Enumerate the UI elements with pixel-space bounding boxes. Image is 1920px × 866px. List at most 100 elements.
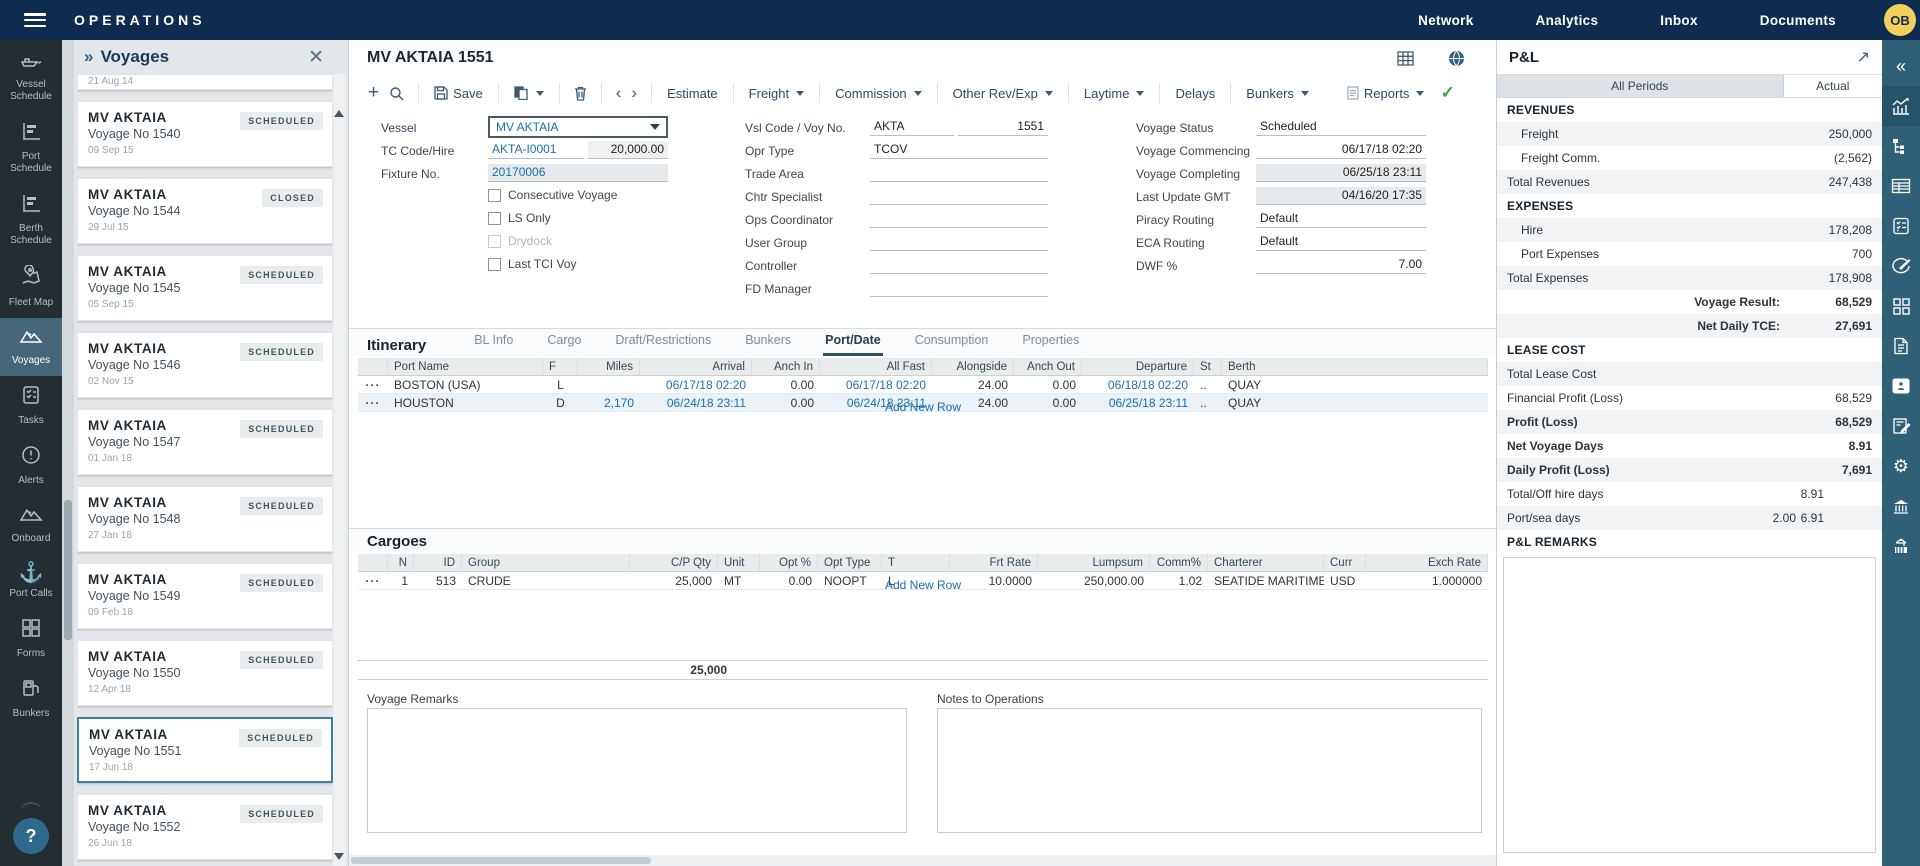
- tab-consumption[interactable]: Consumption: [913, 333, 991, 356]
- vsl-code-field[interactable]: AKTA: [870, 118, 954, 136]
- collapse-chevrons-icon[interactable]: «: [1882, 46, 1920, 86]
- piracy-routing-field[interactable]: Default: [1256, 210, 1426, 228]
- fixture-no-field[interactable]: 20170006: [488, 164, 668, 182]
- rail-onboard[interactable]: Onboard: [0, 496, 62, 554]
- voyage-card-partial[interactable]: 21 Aug 14: [77, 74, 333, 90]
- rail-berth-schedule[interactable]: Berth Schedule: [0, 184, 62, 256]
- estimate-button[interactable]: Estimate: [661, 86, 724, 101]
- voyage-card-1548[interactable]: MV AKTAIA Voyage No 1548 27 Jan 18 SCHED…: [77, 486, 333, 552]
- fd-manager-field[interactable]: [870, 279, 1048, 297]
- grid-icon[interactable]: [1392, 51, 1419, 66]
- expand-icon[interactable]: ↗: [1857, 47, 1870, 67]
- tab-bl-info[interactable]: BL Info: [472, 333, 515, 356]
- tc-code-field[interactable]: AKTA-I0001: [488, 141, 584, 159]
- ops-coordinator-field[interactable]: [870, 210, 1048, 228]
- scroll-up-icon[interactable]: [334, 110, 344, 117]
- voyage-card-1545[interactable]: MV AKTAIA Voyage No 1545 05 Sep 15 SCHED…: [77, 255, 333, 321]
- copy-icon[interactable]: [508, 86, 550, 100]
- tab-port-date[interactable]: Port/Date: [823, 333, 883, 356]
- hierarchy-icon[interactable]: [1882, 126, 1920, 166]
- voyage-card-1551-selected[interactable]: MV AKTAIA Voyage No 1551 17 Jun 18 SCHED…: [77, 717, 333, 783]
- reports-button[interactable]: Reports: [1341, 86, 1431, 101]
- consecutive-voyage-checkbox[interactable]: Consecutive Voyage: [488, 188, 617, 202]
- search-icon[interactable]: [384, 86, 409, 101]
- table-icon[interactable]: [1882, 166, 1920, 206]
- compose-icon[interactable]: [1882, 246, 1920, 286]
- voyage-card-1549[interactable]: MV AKTAIA Voyage No 1549 09 Feb 18 SCHED…: [77, 563, 333, 629]
- rail-port-schedule[interactable]: Port Schedule: [0, 112, 62, 184]
- splitter-handle[interactable]: [64, 500, 72, 640]
- ls-only-checkbox[interactable]: LS Only: [488, 211, 551, 225]
- next-icon[interactable]: ›: [626, 83, 642, 103]
- forms-icon[interactable]: [1882, 286, 1920, 326]
- eca-routing-field[interactable]: Default: [1256, 233, 1426, 251]
- cargoes-add-new-row[interactable]: Add New Row: [358, 578, 1488, 592]
- last-tci-voy-checkbox[interactable]: Last TCI Voy: [488, 257, 576, 271]
- help-button[interactable]: ?: [13, 818, 49, 854]
- bank-icon[interactable]: [1882, 486, 1920, 526]
- voyage-card-1547[interactable]: MV AKTAIA Voyage No 1547 01 Jan 18 SCHED…: [77, 409, 333, 475]
- voy-no-field[interactable]: 1551: [958, 118, 1048, 136]
- scrollbar-thumb[interactable]: [351, 857, 651, 864]
- chtr-specialist-field[interactable]: [870, 187, 1048, 205]
- hamburger-menu-icon[interactable]: [24, 13, 46, 27]
- tc-hire-field[interactable]: 20,000.00: [588, 141, 668, 159]
- freight-button[interactable]: Freight: [743, 86, 810, 101]
- voyage-commencing-field[interactable]: 06/17/18 02:20: [1256, 141, 1426, 159]
- expand-chevrons-icon[interactable]: »: [84, 47, 93, 67]
- tab-cargo[interactable]: Cargo: [545, 333, 583, 356]
- rail-voyages[interactable]: Voyages: [0, 318, 62, 376]
- rail-vessel-schedule[interactable]: Vessel Schedule: [0, 40, 62, 112]
- notes-to-operations-textarea[interactable]: [937, 708, 1482, 833]
- edit-note-icon[interactable]: [1882, 406, 1920, 446]
- scroll-down-icon[interactable]: [334, 853, 344, 860]
- horizontal-scrollbar[interactable]: [349, 855, 1496, 866]
- voyage-card-1552[interactable]: MV AKTAIA Voyage No 1552 26 Jun 18 SCHED…: [77, 794, 333, 860]
- bunkers-button[interactable]: Bunkers: [1240, 86, 1315, 101]
- voyages-scrollbar[interactable]: [333, 74, 346, 866]
- nav-network[interactable]: Network: [1418, 13, 1473, 28]
- opr-type-field[interactable]: TCOV: [870, 141, 1048, 159]
- tab-draft-restrictions[interactable]: Draft/Restrictions: [613, 333, 713, 356]
- globe-icon[interactable]: [1443, 50, 1470, 67]
- rail-alerts[interactable]: Alerts: [0, 436, 62, 496]
- itinerary-add-new-row[interactable]: Add New Row: [358, 400, 1488, 414]
- trade-area-field[interactable]: [870, 164, 1048, 182]
- dwf-field[interactable]: 7.00: [1256, 256, 1426, 274]
- voyage-card-1544[interactable]: MV AKTAIA Voyage No 1544 29 Jul 15 CLOSE…: [77, 178, 333, 244]
- document-icon[interactable]: [1882, 326, 1920, 366]
- rail-forms[interactable]: Forms: [0, 609, 62, 669]
- contact-card-icon[interactable]: [1882, 366, 1920, 406]
- pnl-tab-all-periods[interactable]: All Periods: [1497, 75, 1783, 97]
- tab-bunkers[interactable]: Bunkers: [743, 333, 793, 356]
- commission-button[interactable]: Commission: [829, 86, 928, 101]
- tab-properties[interactable]: Properties: [1020, 333, 1081, 356]
- analytics-chart-icon[interactable]: [1882, 86, 1920, 126]
- voyage-remarks-textarea[interactable]: [367, 708, 907, 833]
- user-group-field[interactable]: [870, 233, 1048, 251]
- plus-icon[interactable]: +: [363, 82, 384, 104]
- nav-analytics[interactable]: Analytics: [1536, 13, 1599, 28]
- laytime-button[interactable]: Laytime: [1078, 86, 1151, 101]
- nav-documents[interactable]: Documents: [1760, 13, 1836, 28]
- rail-tasks[interactable]: Tasks: [0, 376, 62, 436]
- pnl-remarks-box[interactable]: [1503, 557, 1876, 853]
- gear-icon[interactable]: ⚙: [1882, 446, 1920, 486]
- confirm-check-icon[interactable]: ✓: [1440, 83, 1454, 103]
- checklist-icon[interactable]: [1882, 206, 1920, 246]
- other-rev-exp-button[interactable]: Other Rev/Exp: [947, 86, 1059, 101]
- rail-port-calls[interactable]: ⚓ Port Calls: [0, 554, 62, 609]
- save-button[interactable]: Save: [428, 86, 489, 101]
- nav-inbox[interactable]: Inbox: [1660, 13, 1698, 28]
- voyage-completing-field[interactable]: 06/25/18 23:11: [1256, 164, 1426, 182]
- voyage-card-1540[interactable]: MV AKTAIA Voyage No 1540 09 Sep 15 SCHED…: [77, 101, 333, 167]
- rail-fleet-map[interactable]: Fleet Map: [0, 256, 62, 318]
- delays-button[interactable]: Delays: [1169, 86, 1221, 101]
- rail-bunkers[interactable]: Bunkers: [0, 669, 62, 729]
- voyage-card-1546[interactable]: MV AKTAIA Voyage No 1546 02 Nov 15 SCHED…: [77, 332, 333, 398]
- pnl-tab-actual[interactable]: Actual: [1783, 75, 1882, 97]
- crane-icon[interactable]: [1882, 526, 1920, 566]
- trash-icon[interactable]: [569, 86, 592, 101]
- user-avatar[interactable]: OB: [1884, 4, 1916, 36]
- controller-field[interactable]: [870, 256, 1048, 274]
